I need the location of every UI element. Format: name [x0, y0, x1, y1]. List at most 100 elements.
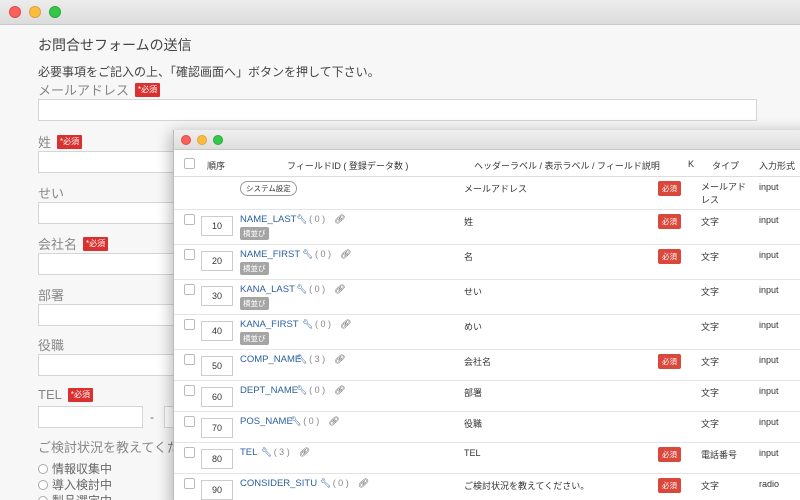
table-row: 60 DEPT_NAME 🔧︎( 0 ) 🔗︎ 部署 文字 input — [174, 381, 800, 412]
row-label: 会社名 — [464, 357, 492, 367]
inline-badge: 横並び — [240, 227, 269, 240]
wrench-icon[interactable]: 🔧︎ — [261, 447, 272, 458]
wrench-icon[interactable]: 🔧︎ — [302, 249, 313, 260]
required-badge: 必須 — [658, 354, 681, 369]
minimize-button[interactable] — [197, 135, 207, 145]
data-count: ( 3 ) — [309, 354, 326, 364]
wrench-icon[interactable]: 🔧︎ — [296, 214, 307, 225]
order-input[interactable]: 20 — [201, 251, 233, 271]
system-settings-badge[interactable]: システム設定 — [240, 181, 297, 196]
row-checkbox[interactable] — [184, 478, 195, 489]
order-input[interactable]: 80 — [201, 449, 233, 469]
data-count: ( 0 ) — [315, 319, 332, 329]
header-field-id: フィールドID ( 登録データ数 ) — [287, 161, 409, 171]
table-row: 10 NAME_LAST 🔧︎( 0 ) 🔗︎ 横並び 姓 必須 文字 input — [174, 210, 800, 245]
field-id-link[interactable]: NAME_LAST — [240, 214, 297, 225]
row-label: ご検討状況を教えてください。 — [464, 481, 590, 491]
consider-option-label: 製品選定中 — [52, 492, 112, 500]
link-icon[interactable]: 🔗︎ — [340, 249, 351, 260]
wrench-icon[interactable]: 🔧︎ — [302, 319, 313, 330]
wrench-icon[interactable]: 🔧︎ — [290, 416, 301, 427]
order-input[interactable]: 70 — [201, 418, 233, 438]
link-icon[interactable]: 🔗︎ — [299, 447, 310, 458]
link-icon[interactable]: 🔗︎ — [334, 214, 345, 225]
field-id-link[interactable]: TEL — [240, 447, 257, 458]
row-checkbox[interactable] — [184, 214, 195, 225]
field-id-link[interactable]: KANA_LAST — [240, 284, 295, 295]
field-id-link[interactable]: NAME_FIRST — [240, 249, 300, 260]
field-id-link[interactable]: POS_NAME — [240, 416, 293, 427]
row-type: 文字 — [701, 357, 720, 367]
position-label-text: 役職 — [38, 338, 65, 353]
table-row: 90 CONSIDER_SITU 🔧︎( 0 ) 🔗︎ ご検討状況を教えてください。 必須… — [174, 474, 800, 500]
data-count: ( 0 ) — [309, 385, 326, 395]
kana-field[interactable] — [38, 202, 178, 224]
close-button[interactable] — [9, 6, 21, 18]
consider-option[interactable]: 導入検討中 — [38, 476, 112, 493]
radio-circle[interactable] — [38, 495, 48, 500]
department-field[interactable] — [38, 304, 178, 326]
row-label: めい — [464, 322, 483, 332]
front-window-titlebar — [174, 130, 800, 150]
tel-field-1[interactable] — [38, 406, 143, 428]
link-icon[interactable]: 🔗︎ — [328, 416, 339, 427]
radio-circle[interactable] — [38, 463, 48, 474]
wrench-icon[interactable]: 🔧︎ — [320, 478, 331, 489]
required-badge: *必須 — [67, 387, 93, 402]
contact-form: お問合せフォームの送信 必要事項をご記入の上、「確認画面へ」ボタンを押して下さい… — [38, 30, 778, 80]
wrench-icon[interactable]: 🔧︎ — [296, 354, 307, 365]
link-icon[interactable]: 🔗︎ — [340, 319, 351, 330]
last-name-label: 姓 *必須 — [38, 132, 83, 151]
tel-label: TEL *必須 — [38, 387, 93, 402]
row-label: 名 — [464, 252, 474, 262]
required-badge: *必須 — [83, 236, 109, 251]
wrench-icon[interactable]: 🔧︎ — [296, 284, 307, 295]
row-checkbox[interactable] — [184, 385, 195, 396]
field-id-link[interactable]: COMP_NAME — [240, 354, 301, 365]
data-count: ( 3 ) — [273, 447, 290, 457]
kana-label-text: せい — [38, 186, 65, 201]
system-row: システム設定 メールアドレス 必須 メールアド レス input — [174, 177, 800, 210]
consider-option[interactable]: 製品選定中 — [38, 492, 112, 500]
last-name-field[interactable] — [38, 151, 178, 173]
link-icon[interactable]: 🔗︎ — [334, 284, 345, 295]
email-label: メールアドレス *必須 — [38, 80, 161, 99]
radio-circle[interactable] — [38, 479, 48, 490]
row-input: input — [759, 386, 779, 396]
position-label: 役職 — [38, 335, 64, 354]
order-input[interactable]: 50 — [201, 356, 233, 376]
row-checkbox[interactable] — [184, 354, 195, 365]
zoom-button[interactable] — [49, 6, 61, 18]
table-row: 80 TEL 🔧︎( 3 ) 🔗︎ TEL 必須 電話番号 input — [174, 443, 800, 474]
order-input[interactable]: 60 — [201, 387, 233, 407]
header-type: タイプ — [712, 161, 740, 171]
link-icon[interactable]: 🔗︎ — [358, 478, 369, 489]
required-badge: *必須 — [57, 134, 83, 149]
company-label: 会社名 *必須 — [38, 234, 109, 253]
row-checkbox[interactable] — [184, 249, 195, 260]
field-id-link[interactable]: CONSIDER_SITU — [240, 478, 317, 489]
link-icon[interactable]: 🔗︎ — [334, 354, 345, 365]
row-checkbox[interactable] — [184, 284, 195, 295]
field-id-link[interactable]: KANA_FIRST — [240, 319, 299, 330]
zoom-button[interactable] — [213, 135, 223, 145]
row-type: メールアド レス — [701, 182, 747, 205]
link-icon[interactable]: 🔗︎ — [334, 385, 345, 396]
position-field[interactable] — [38, 354, 178, 376]
order-input[interactable]: 90 — [201, 480, 233, 500]
field-id-link[interactable]: DEPT_NAME — [240, 385, 298, 396]
minimize-button[interactable] — [29, 6, 41, 18]
close-button[interactable] — [181, 135, 191, 145]
select-all-checkbox[interactable] — [184, 158, 195, 169]
order-input[interactable]: 10 — [201, 216, 233, 236]
row-checkbox[interactable] — [184, 416, 195, 427]
order-input[interactable]: 40 — [201, 321, 233, 341]
consider-option[interactable]: 情報収集中 — [38, 460, 112, 477]
company-field[interactable] — [38, 253, 178, 275]
row-checkbox[interactable] — [184, 447, 195, 458]
order-input[interactable]: 30 — [201, 286, 233, 306]
wrench-icon[interactable]: 🔧︎ — [296, 385, 307, 396]
required-badge: 必須 — [658, 181, 681, 196]
email-field[interactable] — [38, 99, 757, 121]
row-checkbox[interactable] — [184, 319, 195, 330]
